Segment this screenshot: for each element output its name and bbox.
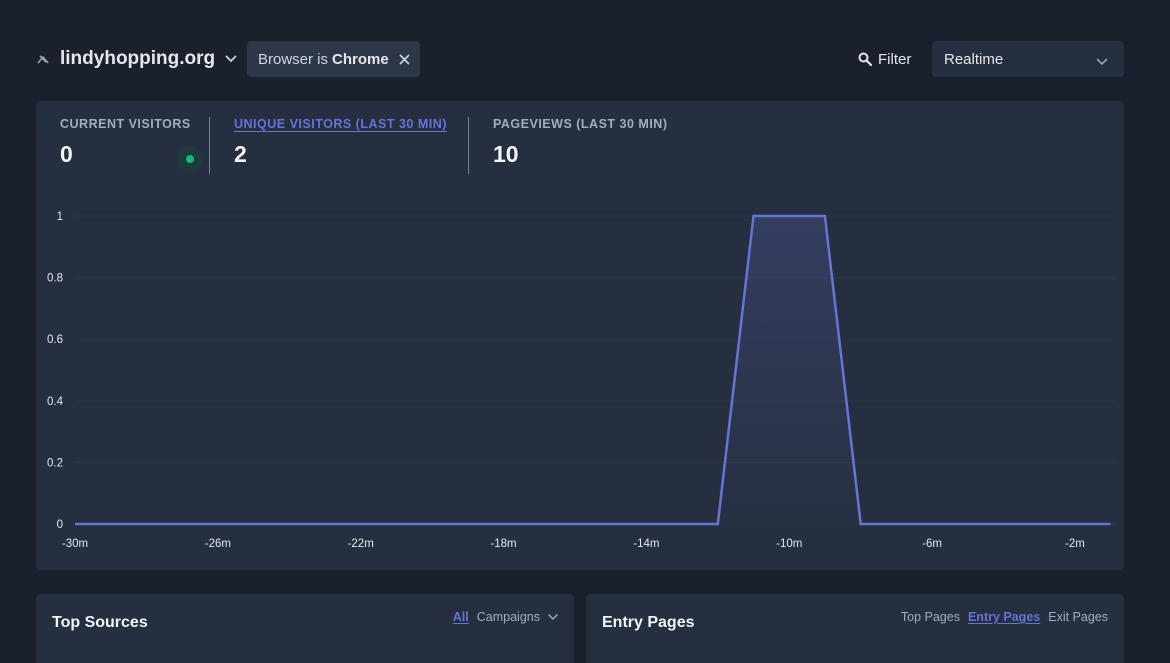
tab-entry-pages[interactable]: Entry Pages: [968, 610, 1040, 624]
stat-label: CURRENT VISITORS: [60, 117, 191, 131]
stat-value: 10: [493, 141, 519, 167]
entry-pages-panel: Entry Pages Top Pages Entry Pages Exit P…: [586, 594, 1124, 663]
filter-button-label: Filter: [878, 50, 912, 68]
filter-pill-value: Chrome: [332, 50, 389, 68]
stat-current-visitors: CURRENT VISITORS 0: [60, 117, 210, 174]
top-sources-panel: Top Sources All Campaigns: [36, 594, 574, 663]
site-favicon-icon: [36, 52, 50, 66]
x-tick-label: -2m: [1065, 538, 1085, 550]
panel-title: Top Sources: [52, 614, 148, 631]
visitors-chart: 1 0.8 0.6 0.4 0.2 0 -30m -26m -22m -18m -14m -10m -6…: [47, 211, 1116, 550]
tab-campaigns[interactable]: Campaigns: [477, 610, 540, 624]
stat-divider: [468, 117, 469, 174]
filter-pill[interactable]: Browser is Chrome: [247, 41, 420, 77]
filter-pill-prefix: Browser is: [258, 50, 329, 68]
x-tick-label: -18m: [490, 538, 516, 550]
top-bar: lindyhopping.org Browser is Chrome Filte…: [36, 41, 1124, 77]
y-tick-label: 0.6: [47, 334, 63, 346]
chevron-down-icon[interactable]: [548, 613, 558, 621]
y-tick-label: 0.4: [47, 396, 64, 408]
y-tick-label: 0.8: [47, 273, 63, 285]
x-tick-label: -14m: [633, 538, 659, 550]
live-dot-icon: [186, 155, 194, 163]
close-icon[interactable]: [399, 53, 410, 65]
site-name: lindyhopping.org: [60, 48, 216, 69]
stat-divider: [209, 117, 210, 174]
stat-value: 2: [234, 141, 247, 167]
x-tick-label: -6m: [922, 538, 942, 550]
panel-title: Entry Pages: [602, 614, 695, 631]
y-tick-label: 0.2: [47, 457, 63, 469]
x-tick-label: -10m: [776, 538, 802, 550]
stat-unique-visitors[interactable]: UNIQUE VISITORS (LAST 30 MIN) 2: [234, 117, 464, 174]
series-line: [75, 214, 1111, 526]
x-tick-label: -30m: [62, 538, 88, 550]
stat-label[interactable]: UNIQUE VISITORS (LAST 30 MIN): [234, 117, 464, 131]
x-tick-label: -22m: [348, 538, 374, 550]
tab-top-pages[interactable]: Top Pages: [901, 610, 960, 624]
site-switcher[interactable]: lindyhopping.org: [36, 41, 237, 77]
panel-tabs: All Campaigns: [445, 610, 558, 624]
y-tick-label: 1: [57, 211, 63, 223]
y-tick-label: 0: [57, 519, 63, 531]
tab-all[interactable]: All: [453, 610, 469, 624]
main-graph-card: CURRENT VISITORS 0 UNIQUE VISITORS (LAST…: [36, 101, 1124, 570]
stat-label[interactable]: PAGEVIEWS (LAST 30 MIN): [493, 117, 723, 131]
panel-tabs: Top Pages Entry Pages Exit Pages: [893, 610, 1108, 624]
live-indicator: [177, 146, 203, 172]
chevron-down-icon: [1096, 53, 1108, 70]
series-area: [75, 216, 1111, 524]
period-select[interactable]: Realtime: [932, 41, 1124, 77]
x-tick-label: -26m: [205, 538, 231, 550]
search-icon: [858, 52, 872, 66]
stat-pageviews[interactable]: PAGEVIEWS (LAST 30 MIN) 10: [493, 117, 723, 174]
filter-button[interactable]: Filter: [858, 41, 911, 77]
period-select-value: Realtime: [944, 50, 1004, 68]
chevron-down-icon: [225, 55, 237, 63]
tab-exit-pages[interactable]: Exit Pages: [1048, 610, 1108, 624]
